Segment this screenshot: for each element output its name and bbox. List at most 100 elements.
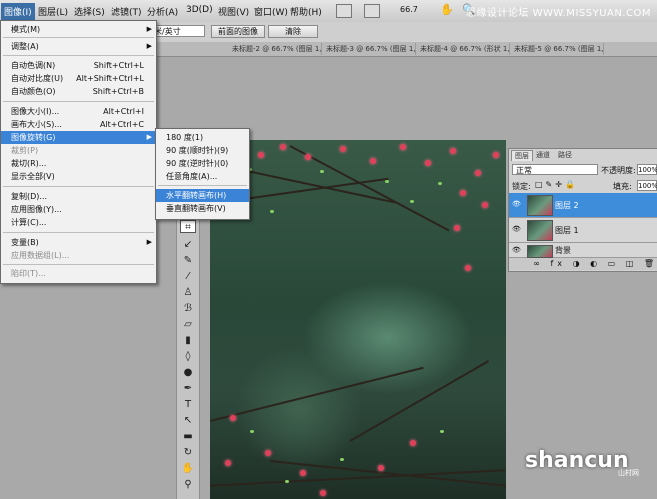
blossom <box>280 144 286 150</box>
layers-footer-icons[interactable]: ∞ fx ◑ ◐ ▭ ◫ 🗑 <box>509 258 657 270</box>
unit-field[interactable]: 米/英寸 <box>150 25 205 37</box>
menu-item-flip-horizontal[interactable]: 水平翻转画布(H) <box>156 189 249 202</box>
submenu-arrow-icon: ▶ <box>146 42 152 50</box>
type-tool-icon[interactable]: T <box>180 398 196 411</box>
opacity-input[interactable]: 100% <box>637 164 657 175</box>
lock-icons[interactable]: □✎✛🔒 <box>535 180 578 189</box>
menu-item-trim[interactable]: 裁切(R)... <box>1 157 156 170</box>
dodge-icon[interactable]: ● <box>180 366 196 379</box>
history-brush-icon[interactable]: ℬ <box>180 302 196 315</box>
leaf <box>440 430 444 433</box>
menu-image[interactable]: 图像(I) <box>1 3 35 20</box>
menu-item-auto-contrast[interactable]: 自动对比度(U) Alt+Shift+Ctrl+L <box>1 72 156 85</box>
menu-item-mode[interactable]: 模式(M) ▶ <box>1 23 156 36</box>
doc-tab[interactable]: 未标题-2 @ 66.7% (图层 1, R... <box>228 43 322 55</box>
menu-item-auto-tone[interactable]: 自动色调(N) Shift+Ctrl+L <box>1 59 156 72</box>
menu-item-image-rotation[interactable]: 图像旋转(G) ▶ <box>1 131 156 144</box>
blur-icon[interactable]: ◊ <box>180 350 196 363</box>
clear-button[interactable]: 清除 <box>268 25 318 38</box>
eyedropper-icon[interactable]: ↙ <box>180 238 196 251</box>
menu-item-flip-vertical[interactable]: 垂直翻转画布(V) <box>156 202 249 215</box>
menu-select[interactable]: 选择(S) <box>74 5 105 18</box>
doc-tab[interactable]: 未标题-4 @ 66.7% (形状 1, R... <box>416 43 510 55</box>
menu-separator <box>3 55 154 56</box>
layer-thumbnail <box>527 195 553 216</box>
menu-3d[interactable]: 3D(D) <box>186 5 213 15</box>
menu-item-auto-color[interactable]: 自动颜色(O) Shift+Ctrl+B <box>1 85 156 98</box>
doc-tab[interactable]: 未标题-3 @ 66.7% (图层 1, R... <box>322 43 416 55</box>
toolbox: ⌗ ↙ ✎ ⁄ ♙ ℬ ▱ ▮ ◊ ● ✒ T ↖ ▬ ↻ ✋ ⚲ <box>176 210 200 499</box>
menu-item-label: 调整(A) <box>11 42 39 51</box>
menu-item-label: 180 度(1) <box>166 133 204 142</box>
leaf <box>340 458 344 461</box>
layer-row[interactable]: 👁 背景 <box>509 243 657 258</box>
menu-item-label: 裁剪(P) <box>11 146 39 155</box>
layer-row[interactable]: 👁 图层 1 <box>509 218 657 243</box>
brush-icon[interactable]: ⁄ <box>180 270 196 283</box>
menu-item-rotate-90-ccw[interactable]: 90 度(逆时针)(0) <box>156 157 249 170</box>
image-canvas[interactable] <box>210 140 506 499</box>
fill-input[interactable]: 100% <box>637 180 657 191</box>
menu-window[interactable]: 窗口(W) <box>254 5 288 18</box>
submenu-arrow-icon: ▶ <box>146 25 152 33</box>
zoom-tool-icon[interactable]: ⚲ <box>180 478 196 491</box>
layer-thumbnail <box>527 245 553 258</box>
menu-layer[interactable]: 图层(L) <box>38 5 68 18</box>
layer-row[interactable]: 👁 图层 2 <box>509 193 657 218</box>
menu-item-variables[interactable]: 变量(B) ▶ <box>1 236 156 249</box>
leaf <box>270 210 274 213</box>
tab-paths[interactable]: 路径 <box>555 150 575 160</box>
blossom <box>454 225 460 231</box>
menu-item-adjust[interactable]: 调整(A) ▶ <box>1 40 156 53</box>
leaf <box>410 200 414 203</box>
doc-tab[interactable]: 未标题-5 @ 66.7% (图层 1, R... <box>510 43 604 55</box>
eraser-icon[interactable]: ▱ <box>180 318 196 331</box>
menu-view[interactable]: 视图(V) <box>218 5 249 18</box>
menu-item-reveal-all[interactable]: 显示全部(V) <box>1 170 156 183</box>
menu-item-duplicate[interactable]: 复制(D)... <box>1 190 156 203</box>
menu-item-apply-data-set[interactable]: 应用数据组(L)... <box>1 249 156 262</box>
tab-channels[interactable]: 通道 <box>533 150 553 160</box>
menu-item-trap[interactable]: 陷印(T)... <box>1 267 156 280</box>
eye-icon[interactable]: 👁 <box>512 226 521 233</box>
clone-stamp-icon[interactable]: ♙ <box>180 286 196 299</box>
front-image-button[interactable]: 前面的图像 <box>211 25 265 38</box>
menu-analysis[interactable]: 分析(A) <box>147 5 178 18</box>
blossom <box>258 152 264 158</box>
3d-rotate-icon[interactable]: ↻ <box>180 446 196 459</box>
shape-icon[interactable]: ▬ <box>180 430 196 443</box>
crop-tool-icon[interactable]: ⌗ <box>180 220 196 233</box>
menu-item-rotate-180[interactable]: 180 度(1) <box>156 131 249 144</box>
menu-item-image-size[interactable]: 图像大小(I)... Alt+Ctrl+I <box>1 105 156 118</box>
eye-icon[interactable]: 👁 <box>512 201 521 208</box>
menu-help[interactable]: 帮助(H) <box>290 5 322 18</box>
zoom-level[interactable]: 66.7 <box>400 5 418 14</box>
blossom <box>475 170 481 176</box>
tab-layers[interactable]: 图层 <box>511 150 533 161</box>
arrange-icon[interactable] <box>364 4 380 18</box>
blossom <box>410 440 416 446</box>
menu-item-rotate-90-cw[interactable]: 90 度(顺时针)(9) <box>156 144 249 157</box>
menu-filter[interactable]: 滤镜(T) <box>111 5 142 18</box>
eye-icon[interactable]: 👁 <box>512 247 521 254</box>
blossom <box>425 160 431 166</box>
menu-item-label: 自动色调(N) <box>11 61 56 70</box>
menu-item-label: 画布大小(S)... <box>11 120 62 129</box>
menu-item-calculations[interactable]: 计算(C)... <box>1 216 156 229</box>
menu-item-crop[interactable]: 裁剪(P) <box>1 144 156 157</box>
menu-item-canvas-size[interactable]: 画布大小(S)... Alt+Ctrl+C <box>1 118 156 131</box>
pen-icon[interactable]: ✒ <box>180 382 196 395</box>
hand-icon[interactable]: ✋ <box>440 3 454 16</box>
blend-mode-select[interactable]: 正常 <box>512 164 598 175</box>
hand-tool-icon[interactable]: ✋ <box>180 462 196 475</box>
menu-item-shortcut: Shift+Ctrl+B <box>92 87 144 96</box>
menu-separator <box>3 186 154 187</box>
menu-item-rotate-arbitrary[interactable]: 任意角度(A)... <box>156 170 249 183</box>
healing-brush-icon[interactable]: ✎ <box>180 254 196 267</box>
menu-item-apply-image[interactable]: 应用图像(Y)... <box>1 203 156 216</box>
bridge-icon[interactable] <box>336 4 352 18</box>
path-select-icon[interactable]: ↖ <box>180 414 196 427</box>
menu-item-shortcut: Alt+Shift+Ctrl+L <box>76 74 144 83</box>
gradient-icon[interactable]: ▮ <box>180 334 196 347</box>
leaf <box>250 430 254 433</box>
